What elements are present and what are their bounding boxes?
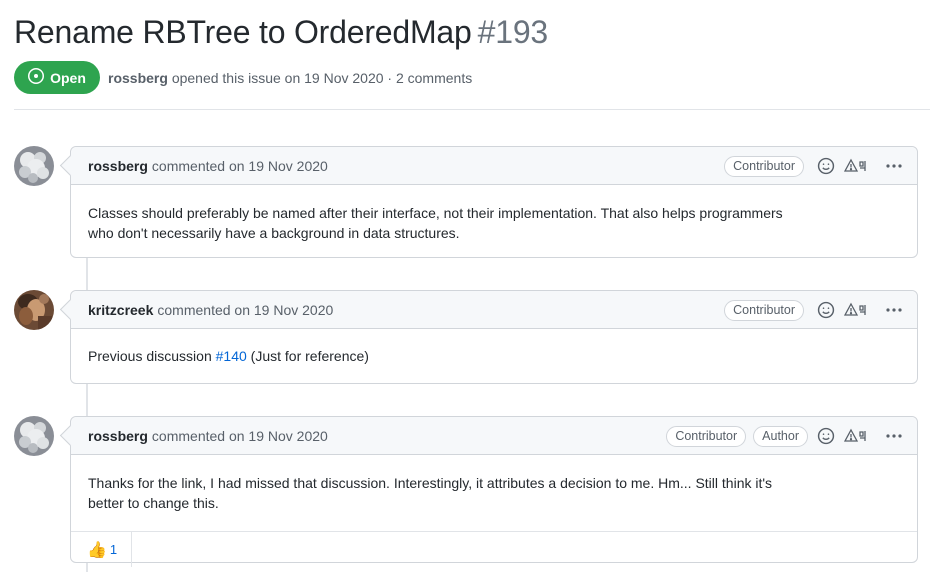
thumbs-up-reaction[interactable]: 👍 1 — [71, 532, 133, 567]
issue-reference-link[interactable]: #140 — [216, 348, 247, 364]
report-icon[interactable] — [844, 428, 870, 444]
comment-author[interactable]: kritzcreek — [88, 302, 153, 318]
comment-text: (Just for reference) — [250, 348, 369, 364]
author-badge: Author — [753, 425, 808, 447]
timeline-connector — [86, 258, 88, 292]
contributor-badge: Contributor — [666, 425, 747, 447]
contributor-badge: Contributor — [724, 155, 804, 177]
avatar[interactable] — [14, 290, 54, 330]
comment-card: rossberg commented on 19 Nov 2020 Contri… — [70, 416, 918, 567]
issue-title-text: Rename RBTree to OrderedMap — [14, 14, 472, 50]
issue-opened-icon — [28, 68, 45, 87]
avatar[interactable] — [14, 146, 54, 186]
issue-state-badge: Open — [14, 61, 100, 94]
report-icon[interactable] — [844, 158, 870, 174]
comment-author[interactable]: rossberg — [88, 158, 148, 174]
comment-header: kritzcreek commented on 19 Nov 2020 Cont… — [71, 291, 917, 329]
issue-author-link[interactable]: rossberg — [108, 70, 168, 86]
comment-timestamp[interactable]: commented on 19 Nov 2020 — [157, 302, 333, 318]
reactions-bar: 👍 1 — [71, 531, 917, 567]
comment-body: Classes should preferably be named after… — [71, 185, 917, 259]
report-icon[interactable] — [844, 302, 870, 318]
comment-timestamp[interactable]: commented on 19 Nov 2020 — [152, 158, 328, 174]
contributor-badge: Contributor — [724, 299, 804, 321]
issue-number: #193 — [477, 14, 549, 50]
comment-body: Previous discussion #140 (Just for refer… — [71, 329, 917, 382]
issue-title: Rename RBTree to OrderedMap #193 — [14, 14, 548, 51]
comment-text-line: who don't necessarily have a background … — [88, 225, 460, 241]
issue-meta-text: opened this issue on 19 Nov 2020 · 2 com… — [171, 70, 473, 86]
kebab-horizontal-icon[interactable] — [885, 307, 903, 313]
comment-text-line: Classes should preferably be named after… — [88, 205, 783, 221]
smiley-icon[interactable] — [817, 301, 835, 319]
comment-text-line: better to change this. — [88, 495, 219, 511]
issue-meta: rossberg opened this issue on 19 Nov 202… — [108, 70, 472, 86]
smiley-icon[interactable] — [817, 427, 835, 445]
comment-header: rossberg commented on 19 Nov 2020 Contri… — [71, 417, 917, 455]
kebab-horizontal-icon[interactable] — [885, 163, 903, 169]
thumbs-up-icon: 👍 — [87, 541, 107, 559]
comment-timestamp[interactable]: commented on 19 Nov 2020 — [152, 428, 328, 444]
comment-text: Previous discussion — [88, 348, 212, 364]
comment-author[interactable]: rossberg — [88, 428, 148, 444]
kebab-horizontal-icon[interactable] — [885, 433, 903, 439]
avatar[interactable] — [14, 416, 54, 456]
comment-card: kritzcreek commented on 19 Nov 2020 Cont… — [70, 290, 918, 384]
comment-card: rossberg commented on 19 Nov 2020 Contri… — [70, 146, 918, 258]
comment-header: rossberg commented on 19 Nov 2020 Contri… — [71, 147, 917, 185]
header-divider — [14, 109, 930, 110]
issue-state-label: Open — [50, 69, 86, 86]
smiley-icon[interactable] — [817, 157, 835, 175]
comment-text-line: Thanks for the link, I had missed that d… — [88, 475, 773, 491]
comment-body: Thanks for the link, I had missed that d… — [71, 455, 917, 529]
reaction-count: 1 — [109, 542, 118, 557]
timeline-connector — [86, 384, 88, 418]
